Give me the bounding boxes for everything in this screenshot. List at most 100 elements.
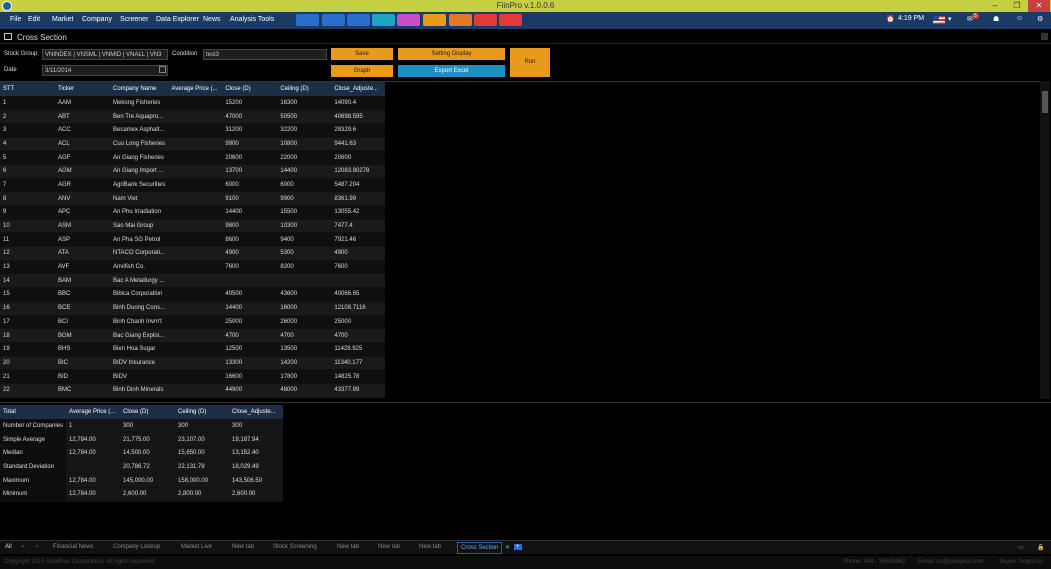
- cell-ceiling[interactable]: 9900: [277, 191, 332, 206]
- cell-company-name[interactable]: Sao Mai Group: [110, 219, 169, 234]
- table-row[interactable]: 2 ABT Ben Tre Aquapro... 47000 50500 40698.59…: [0, 109, 386, 124]
- cell-ticker[interactable]: APC: [55, 205, 110, 220]
- table-row[interactable]: 19 BHS Bien Hoa Sugar 12500 13500 11428.925: [0, 342, 386, 357]
- cell-close[interactable]: 14400: [222, 205, 278, 220]
- cell-ceiling[interactable]: 15500: [277, 205, 332, 220]
- cell-close[interactable]: 40500: [222, 287, 278, 302]
- cell-company-name[interactable]: BIDV: [110, 369, 169, 384]
- table-row[interactable]: 16 BCE Binh Duong Cons... 14400 16000 12108.7…: [0, 301, 386, 316]
- cell-stt[interactable]: 8: [0, 191, 55, 206]
- run-button[interactable]: Run: [510, 48, 550, 77]
- cell-ceiling[interactable]: 5300: [277, 246, 332, 261]
- export-excel-button[interactable]: Export Excel: [398, 65, 505, 77]
- cell-average-price[interactable]: [168, 328, 223, 343]
- cell-stt[interactable]: 5: [0, 150, 55, 165]
- cell-close-adjusted[interactable]: 43377.89: [331, 383, 386, 398]
- table-row[interactable]: 20 BIC BIDV Insurance 13300 14200 11340.177: [0, 356, 386, 371]
- cell-average-price[interactable]: [168, 150, 223, 165]
- table-row[interactable]: 8 ANV Nam Viet 9100 9900 8361.99: [0, 191, 386, 206]
- table-row[interactable]: 1 AAM Mekong Fisheries 15200 16300 14090.4: [0, 96, 386, 111]
- cell-ceiling[interactable]: 16000: [277, 301, 332, 316]
- cell-company-name[interactable]: Bac A Metallurgy ...: [110, 273, 169, 289]
- cell-company-name[interactable]: Cuu Long Fisheries: [110, 137, 169, 152]
- tab-new-tab-4[interactable]: New tab: [419, 544, 441, 550]
- menu-data-explorer[interactable]: Data Explorer: [156, 16, 199, 23]
- table-row[interactable]: 4 ACL Cuu Long Fisheries 9900 10800 9441.63: [0, 137, 386, 152]
- cell-stt[interactable]: 20: [0, 356, 55, 371]
- cell-ceiling[interactable]: 13500: [277, 342, 332, 357]
- col-header-ticker[interactable]: Ticker: [55, 82, 110, 97]
- cell-close-adjusted[interactable]: [331, 273, 386, 289]
- cell-ceiling[interactable]: 43600: [277, 287, 332, 302]
- cell-ceiling[interactable]: 8200: [277, 260, 332, 275]
- cell-average-price[interactable]: [168, 164, 223, 179]
- cell-average-price[interactable]: [168, 178, 223, 193]
- cell-close-adjusted[interactable]: 4900: [331, 246, 386, 261]
- cell-ceiling[interactable]: 17800: [277, 369, 332, 384]
- cell-stt[interactable]: 15: [0, 287, 55, 302]
- table-row[interactable]: 6 AGM An Giang Import ... 13700 14400 12083.8…: [0, 164, 386, 179]
- us-flag-icon[interactable]: [933, 16, 945, 24]
- tab-market-live[interactable]: Market Live: [181, 544, 212, 550]
- cell-company-name[interactable]: An Pha SG Petrol: [110, 232, 169, 248]
- cell-average-price[interactable]: [168, 260, 223, 275]
- cell-stt[interactable]: 10: [0, 219, 55, 234]
- toolbar-home-icon[interactable]: [296, 14, 319, 26]
- cell-close-adjusted[interactable]: 13055.42: [331, 205, 386, 220]
- cell-close-adjusted[interactable]: 5487.204: [331, 178, 386, 193]
- scrollbar-thumb[interactable]: [1042, 91, 1048, 113]
- cell-average-price[interactable]: [168, 315, 223, 330]
- cell-close[interactable]: 4900: [222, 246, 278, 261]
- cell-company-name[interactable]: NTACO Corporati...: [110, 246, 169, 261]
- cell-close[interactable]: 14400: [222, 301, 278, 316]
- table-row[interactable]: 15 BBC Bibica Corporation 40500 43600 40066.6…: [0, 287, 386, 302]
- language-dropdown-icon[interactable]: ▾: [948, 15, 952, 23]
- tab-prev-icon[interactable]: ‹: [22, 544, 24, 550]
- tab-next-icon[interactable]: ›: [36, 544, 38, 550]
- col-header-ceiling[interactable]: Ceiling (D): [277, 82, 332, 97]
- cell-ticker[interactable]: BBC: [55, 287, 110, 302]
- cell-ticker[interactable]: BGM: [55, 328, 110, 343]
- cell-stt[interactable]: 11: [0, 232, 55, 248]
- cell-close-adjusted[interactable]: 9441.63: [331, 137, 386, 152]
- table-row[interactable]: 17 BCI Binh Chanh Invm't 25000 26000 25000: [0, 315, 386, 330]
- cell-company-name[interactable]: Binh Chanh Invm't: [110, 315, 169, 330]
- table-row[interactable]: 7 AGR AgriBank Securities 6000 6000 5487.204: [0, 178, 386, 193]
- cell-average-price[interactable]: [168, 369, 223, 384]
- cell-ticker[interactable]: AVF: [55, 260, 110, 275]
- table-row[interactable]: 13 AVF Anvifish Co. 7600 8200 7600: [0, 260, 386, 275]
- cell-ticker[interactable]: BIC: [55, 356, 110, 371]
- cell-stt[interactable]: 4: [0, 137, 55, 152]
- table-row[interactable]: 12 ATA NTACO Corporati... 4900 5300 4900: [0, 246, 386, 261]
- cell-close[interactable]: 9900: [222, 137, 278, 152]
- cell-company-name[interactable]: BIDV Insurance: [110, 356, 169, 371]
- cell-ticker[interactable]: ACL: [55, 137, 110, 152]
- menu-news[interactable]: News: [203, 16, 221, 23]
- cell-stt[interactable]: 22: [0, 383, 55, 398]
- cell-stt[interactable]: 1: [0, 96, 55, 111]
- cell-close[interactable]: 13300: [222, 356, 278, 371]
- cell-close[interactable]: 16600: [222, 369, 278, 384]
- cell-close[interactable]: 9800: [222, 219, 278, 234]
- cell-close[interactable]: 25000: [222, 315, 278, 330]
- cell-ticker[interactable]: AAM: [55, 96, 110, 111]
- grid-vertical-scrollbar[interactable]: [1040, 81, 1050, 399]
- minimize-button[interactable]: –: [984, 0, 1006, 12]
- lock-icon[interactable]: 🔒: [1037, 544, 1044, 551]
- panel-collapse-icon[interactable]: [1041, 33, 1048, 40]
- cell-average-price[interactable]: [168, 205, 223, 220]
- menu-company[interactable]: Company: [82, 16, 112, 23]
- toolbar-report-icon[interactable]: [449, 14, 472, 26]
- cell-close[interactable]: 6000: [222, 178, 278, 193]
- tab-financial-news[interactable]: Financial News: [53, 544, 94, 550]
- col-header-stt[interactable]: STT: [0, 82, 55, 97]
- cell-ticker[interactable]: ACC: [55, 123, 110, 138]
- cell-ceiling[interactable]: 14200: [277, 356, 332, 371]
- cell-ticker[interactable]: BAM: [55, 273, 110, 289]
- cell-average-price[interactable]: [168, 109, 223, 124]
- add-tab-icon[interactable]: +: [514, 544, 522, 550]
- layout-monitor-icon[interactable]: ▭: [1018, 544, 1024, 551]
- cell-stt[interactable]: 19: [0, 342, 55, 357]
- cell-average-price[interactable]: [168, 96, 223, 111]
- cell-close[interactable]: 4700: [222, 328, 278, 343]
